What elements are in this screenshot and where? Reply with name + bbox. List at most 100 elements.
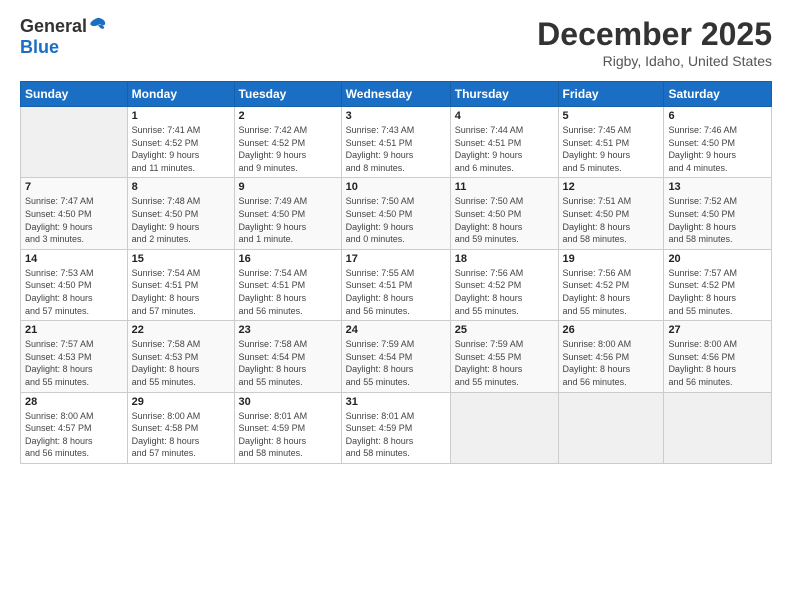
day-info: Sunrise: 7:56 AM Sunset: 4:52 PM Dayligh…	[563, 267, 660, 317]
day-info: Sunrise: 7:42 AM Sunset: 4:52 PM Dayligh…	[239, 124, 337, 174]
calendar-day-cell: 28Sunrise: 8:00 AM Sunset: 4:57 PM Dayli…	[21, 392, 128, 463]
calendar-day-cell: 4Sunrise: 7:44 AM Sunset: 4:51 PM Daylig…	[450, 107, 558, 178]
calendar-day-cell: 24 Sunrise: 7:59 AM Sunset: 4:54 PM Dayli…	[341, 321, 450, 392]
day-info: Sunrise: 7:59 AM Sunset: 4:54 PM Dayligh…	[346, 338, 446, 388]
calendar-day-cell: 31 Sunrise: 8:01 AM Sunset: 4:59 PM Dayli…	[341, 392, 450, 463]
calendar-week-row: 28Sunrise: 8:00 AM Sunset: 4:57 PM Dayli…	[21, 392, 772, 463]
day-info: Sunrise: 7:41 AM Sunset: 4:52 PM Dayligh…	[132, 124, 230, 174]
day-number: 2	[239, 110, 337, 122]
calendar-day-cell	[664, 392, 772, 463]
day-info: Sunrise: 7:48 AM Sunset: 4:50 PM Dayligh…	[132, 195, 230, 245]
calendar-day-cell: 8 Sunrise: 7:48 AM Sunset: 4:50 PM Daylig…	[127, 178, 234, 249]
calendar-day-cell: 12 Sunrise: 7:51 AM Sunset: 4:50 PM Dayli…	[558, 178, 664, 249]
calendar-day-cell: 13 Sunrise: 7:52 AM Sunset: 4:50 PM Dayli…	[664, 178, 772, 249]
header-friday: Friday	[558, 82, 664, 107]
calendar-day-cell: 9Sunrise: 7:49 AM Sunset: 4:50 PM Daylig…	[234, 178, 341, 249]
calendar-day-cell: 6Sunrise: 7:46 AM Sunset: 4:50 PM Daylig…	[664, 107, 772, 178]
day-number: 13	[668, 181, 767, 193]
day-info: Sunrise: 8:01 AM Sunset: 4:59 PM Dayligh…	[346, 410, 446, 460]
calendar-day-cell: 2 Sunrise: 7:42 AM Sunset: 4:52 PM Daylig…	[234, 107, 341, 178]
day-number: 8	[132, 181, 230, 193]
calendar-day-cell: 19 Sunrise: 7:56 AM Sunset: 4:52 PM Dayli…	[558, 249, 664, 320]
day-info: Sunrise: 7:47 AM Sunset: 4:50 PM Dayligh…	[25, 195, 123, 245]
day-info: Sunrise: 7:50 AM Sunset: 4:50 PM Dayligh…	[346, 195, 446, 245]
calendar-day-cell: 11 Sunrise: 7:50 AM Sunset: 4:50 PM Dayli…	[450, 178, 558, 249]
day-info: Sunrise: 7:58 AM Sunset: 4:53 PM Dayligh…	[132, 338, 230, 388]
calendar-day-cell: 3 Sunrise: 7:43 AM Sunset: 4:51 PM Daylig…	[341, 107, 450, 178]
day-info: Sunrise: 7:45 AM Sunset: 4:51 PM Dayligh…	[563, 124, 660, 174]
day-info: Sunrise: 8:00 AM Sunset: 4:56 PM Dayligh…	[563, 338, 660, 388]
day-number: 23	[239, 324, 337, 336]
day-number: 20	[668, 253, 767, 265]
header-monday: Monday	[127, 82, 234, 107]
day-number: 12	[563, 181, 660, 193]
day-number: 19	[563, 253, 660, 265]
calendar-header-row: Sunday Monday Tuesday Wednesday Thursday…	[21, 82, 772, 107]
day-number: 24	[346, 324, 446, 336]
day-number: 29	[132, 396, 230, 408]
header-saturday: Saturday	[664, 82, 772, 107]
month-title: December 2025	[537, 16, 772, 53]
header-wednesday: Wednesday	[341, 82, 450, 107]
day-info: Sunrise: 8:00 AM Sunset: 4:58 PM Dayligh…	[132, 410, 230, 460]
calendar-week-row: 14 Sunrise: 7:53 AM Sunset: 4:50 PM Dayli…	[21, 249, 772, 320]
calendar-day-cell: 16Sunrise: 7:54 AM Sunset: 4:51 PM Dayli…	[234, 249, 341, 320]
calendar-day-cell: 14 Sunrise: 7:53 AM Sunset: 4:50 PM Dayli…	[21, 249, 128, 320]
day-info: Sunrise: 7:54 AM Sunset: 4:51 PM Dayligh…	[132, 267, 230, 317]
day-info: Sunrise: 7:50 AM Sunset: 4:50 PM Dayligh…	[455, 195, 554, 245]
title-block: December 2025 Rigby, Idaho, United State…	[537, 16, 772, 69]
day-number: 9	[239, 181, 337, 193]
calendar-day-cell: 25 Sunrise: 7:59 AM Sunset: 4:55 PM Dayli…	[450, 321, 558, 392]
day-info: Sunrise: 7:55 AM Sunset: 4:51 PM Dayligh…	[346, 267, 446, 317]
page-header: General Blue December 2025 Rigby, Idaho,…	[20, 16, 772, 69]
day-info: Sunrise: 7:57 AM Sunset: 4:52 PM Dayligh…	[668, 267, 767, 317]
calendar-week-row: 21Sunrise: 7:57 AM Sunset: 4:53 PM Dayli…	[21, 321, 772, 392]
header-tuesday: Tuesday	[234, 82, 341, 107]
logo-bird-icon	[89, 16, 107, 34]
day-info: Sunrise: 7:53 AM Sunset: 4:50 PM Dayligh…	[25, 267, 123, 317]
calendar-day-cell: 17 Sunrise: 7:55 AM Sunset: 4:51 PM Dayli…	[341, 249, 450, 320]
day-number: 17	[346, 253, 446, 265]
calendar-day-cell: 1 Sunrise: 7:41 AM Sunset: 4:52 PM Daylig…	[127, 107, 234, 178]
calendar-day-cell: 15Sunrise: 7:54 AM Sunset: 4:51 PM Dayli…	[127, 249, 234, 320]
day-number: 27	[668, 324, 767, 336]
day-info: Sunrise: 7:43 AM Sunset: 4:51 PM Dayligh…	[346, 124, 446, 174]
day-number: 7	[25, 181, 123, 193]
day-number: 6	[668, 110, 767, 122]
calendar-day-cell: 7 Sunrise: 7:47 AM Sunset: 4:50 PM Daylig…	[21, 178, 128, 249]
calendar-day-cell: 30 Sunrise: 8:01 AM Sunset: 4:59 PM Dayli…	[234, 392, 341, 463]
calendar-week-row: 7 Sunrise: 7:47 AM Sunset: 4:50 PM Daylig…	[21, 178, 772, 249]
day-number: 18	[455, 253, 554, 265]
day-number: 25	[455, 324, 554, 336]
day-number: 11	[455, 181, 554, 193]
calendar-week-row: 1 Sunrise: 7:41 AM Sunset: 4:52 PM Daylig…	[21, 107, 772, 178]
logo: General Blue	[20, 16, 107, 58]
calendar-table: Sunday Monday Tuesday Wednesday Thursday…	[20, 81, 772, 464]
header-sunday: Sunday	[21, 82, 128, 107]
day-info: Sunrise: 7:59 AM Sunset: 4:55 PM Dayligh…	[455, 338, 554, 388]
day-info: Sunrise: 7:58 AM Sunset: 4:54 PM Dayligh…	[239, 338, 337, 388]
day-number: 26	[563, 324, 660, 336]
calendar-day-cell: 18Sunrise: 7:56 AM Sunset: 4:52 PM Dayli…	[450, 249, 558, 320]
day-number: 5	[563, 110, 660, 122]
logo-blue-text: Blue	[20, 37, 59, 58]
day-number: 21	[25, 324, 123, 336]
calendar-day-cell: 27 Sunrise: 8:00 AM Sunset: 4:56 PM Dayli…	[664, 321, 772, 392]
day-number: 22	[132, 324, 230, 336]
day-info: Sunrise: 7:52 AM Sunset: 4:50 PM Dayligh…	[668, 195, 767, 245]
day-info: Sunrise: 8:01 AM Sunset: 4:59 PM Dayligh…	[239, 410, 337, 460]
calendar-day-cell	[450, 392, 558, 463]
day-number: 14	[25, 253, 123, 265]
calendar-day-cell: 22 Sunrise: 7:58 AM Sunset: 4:53 PM Dayli…	[127, 321, 234, 392]
day-number: 4	[455, 110, 554, 122]
calendar-day-cell: 21Sunrise: 7:57 AM Sunset: 4:53 PM Dayli…	[21, 321, 128, 392]
calendar-day-cell: 20 Sunrise: 7:57 AM Sunset: 4:52 PM Dayli…	[664, 249, 772, 320]
day-info: Sunrise: 8:00 AM Sunset: 4:56 PM Dayligh…	[668, 338, 767, 388]
day-number: 16	[239, 253, 337, 265]
day-number: 3	[346, 110, 446, 122]
day-number: 30	[239, 396, 337, 408]
day-number: 31	[346, 396, 446, 408]
day-info: Sunrise: 7:51 AM Sunset: 4:50 PM Dayligh…	[563, 195, 660, 245]
calendar-day-cell: 5 Sunrise: 7:45 AM Sunset: 4:51 PM Daylig…	[558, 107, 664, 178]
day-number: 1	[132, 110, 230, 122]
